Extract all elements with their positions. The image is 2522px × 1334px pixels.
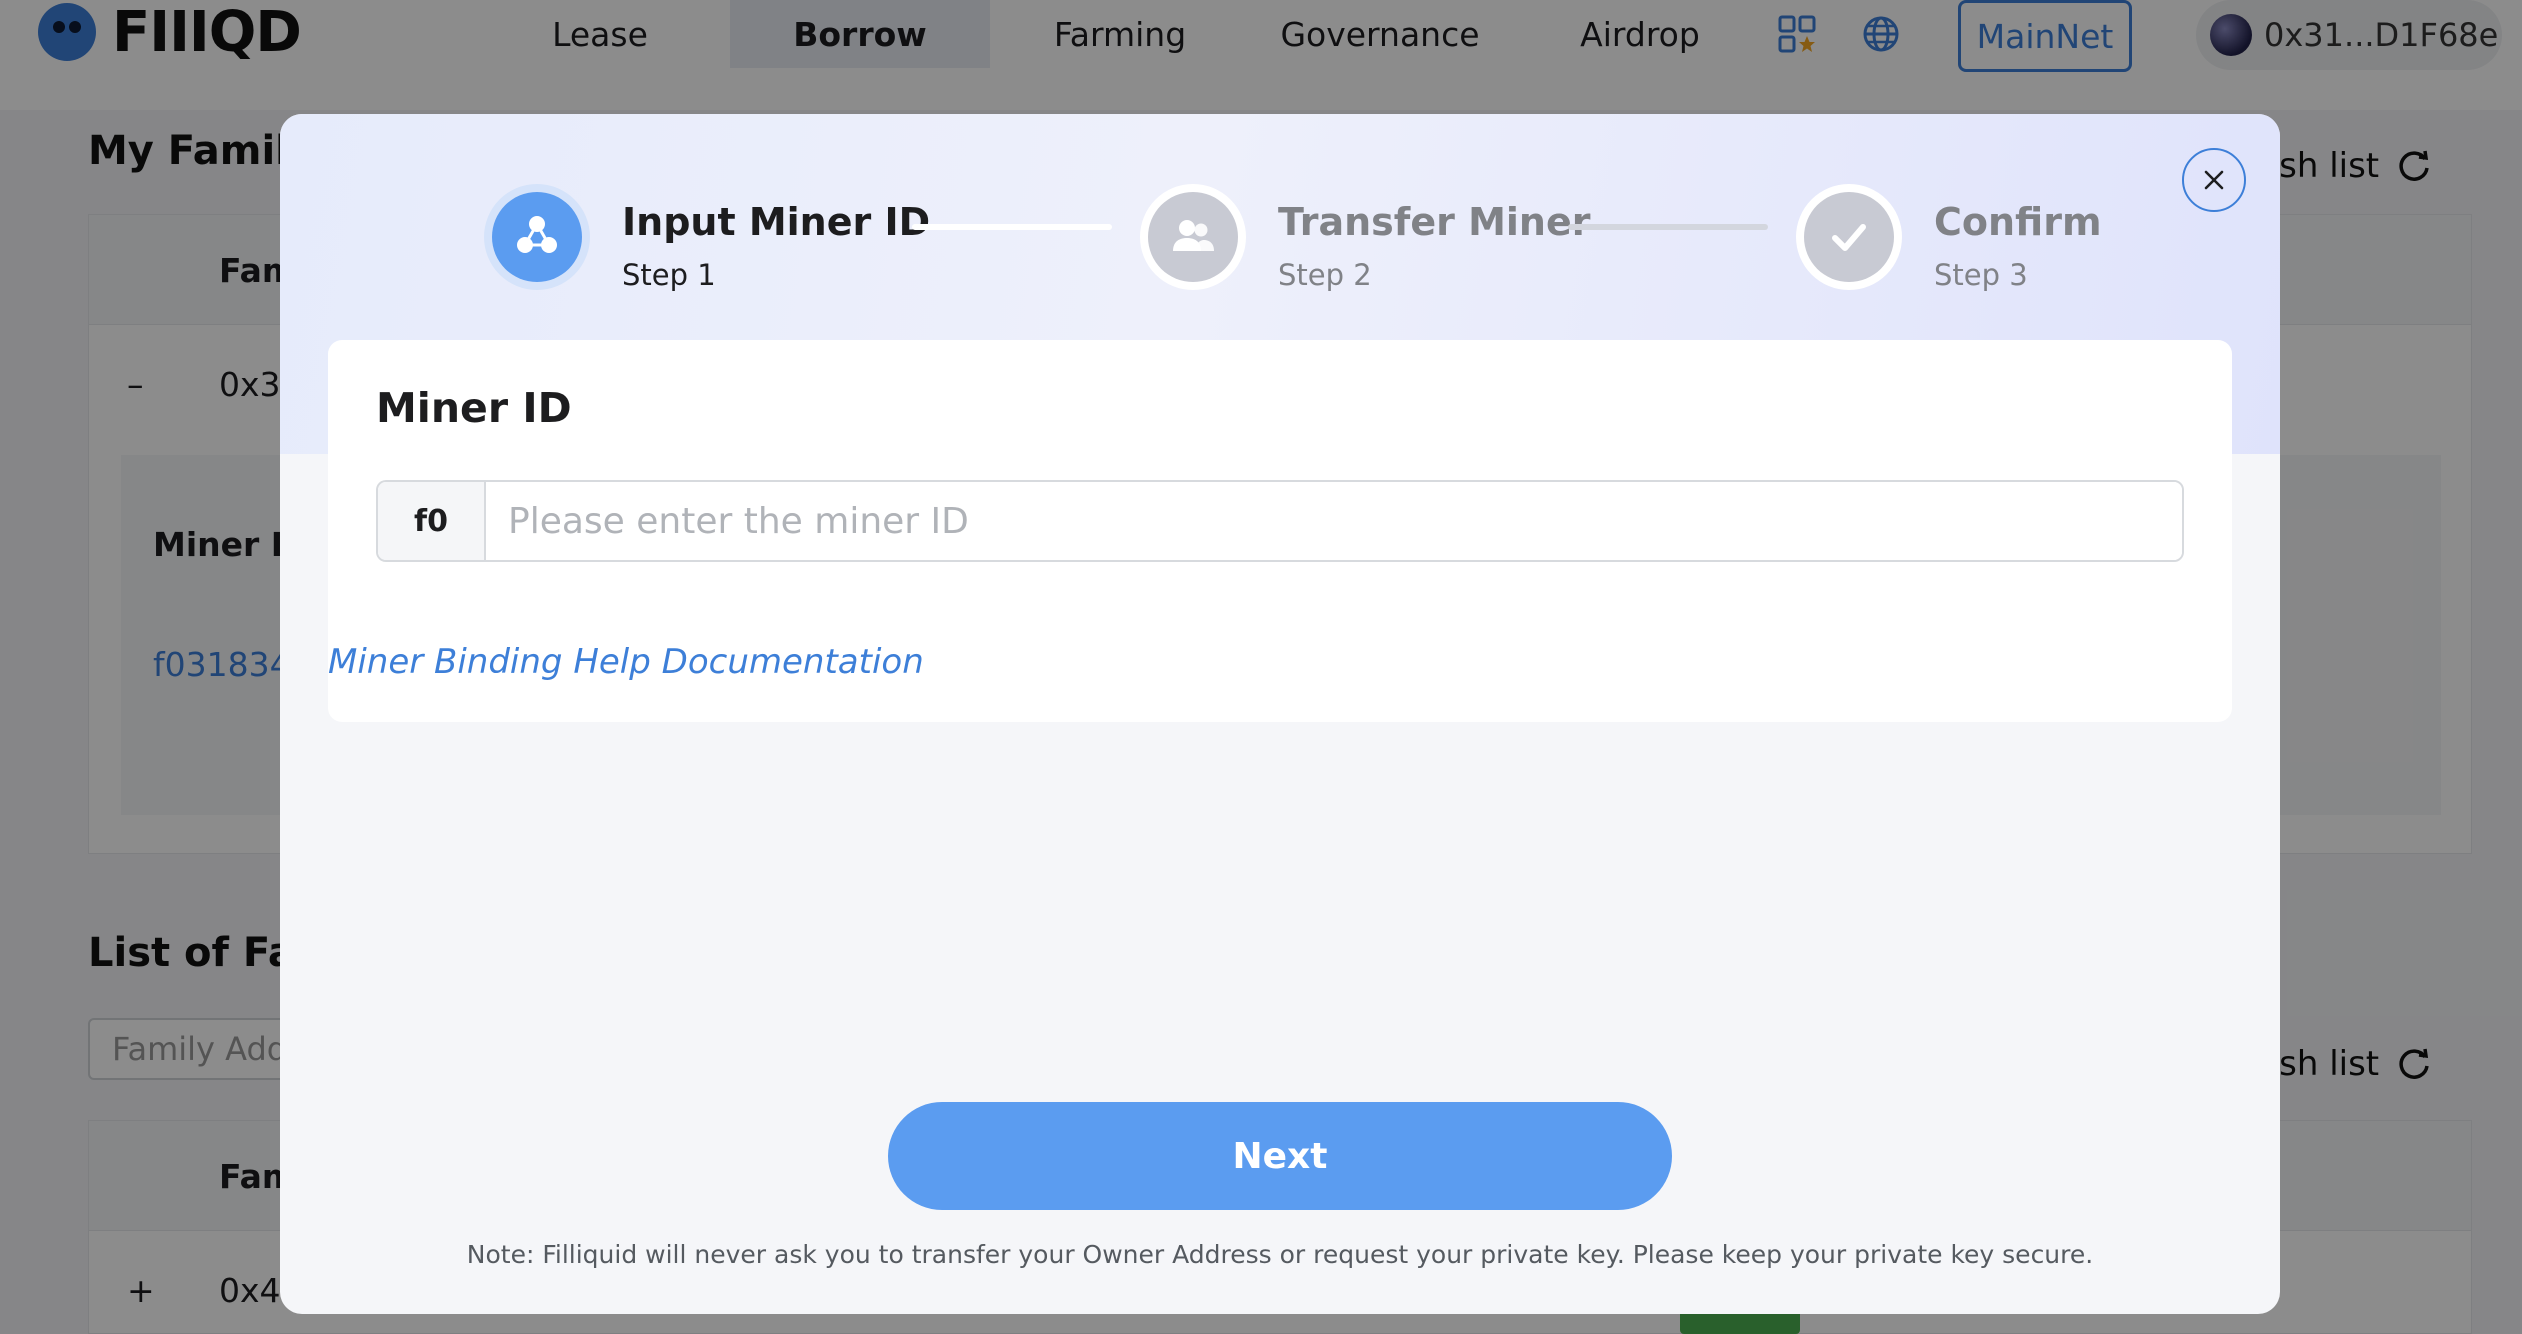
step-3-title: Confirm	[1934, 200, 2102, 244]
step-3: Confirm Step 3	[1804, 192, 2102, 292]
step-connector-2	[1568, 224, 1768, 230]
step-2: Transfer Miner Step 2	[1148, 192, 1590, 292]
step-1-text: Input Miner ID Step 1	[622, 198, 930, 292]
users-icon	[1148, 192, 1238, 282]
step-3-subtitle: Step 3	[1934, 258, 2028, 292]
miner-node-icon	[492, 192, 582, 282]
miner-id-input-group: f0	[376, 480, 2184, 562]
step-2-title: Transfer Miner	[1278, 200, 1591, 244]
step-1-subtitle: Step 1	[622, 258, 716, 292]
step-3-text: Confirm Step 3	[1934, 198, 2102, 292]
step-1: Input Miner ID Step 1	[492, 192, 930, 292]
step-2-subtitle: Step 2	[1278, 258, 1372, 292]
bind-miner-modal: Input Miner ID Step 1 Transfer Miner Ste…	[280, 114, 2280, 1314]
step-2-text: Transfer Miner Step 2	[1278, 198, 1590, 292]
miner-id-label: Miner ID	[376, 384, 572, 432]
miner-id-input[interactable]	[486, 482, 2182, 560]
close-button[interactable]	[2182, 148, 2246, 212]
close-icon	[2204, 170, 2224, 190]
miner-id-prefix: f0	[378, 482, 486, 560]
next-button[interactable]: Next	[888, 1102, 1672, 1210]
step-1-title: Input Miner ID	[622, 200, 931, 244]
security-note: Note: Filliquid will never ask you to tr…	[466, 1240, 2094, 1269]
check-icon	[1804, 192, 1894, 282]
miner-binding-help-link[interactable]: Miner Binding Help Documentation	[328, 642, 924, 682]
step-connector-1	[912, 224, 1112, 230]
